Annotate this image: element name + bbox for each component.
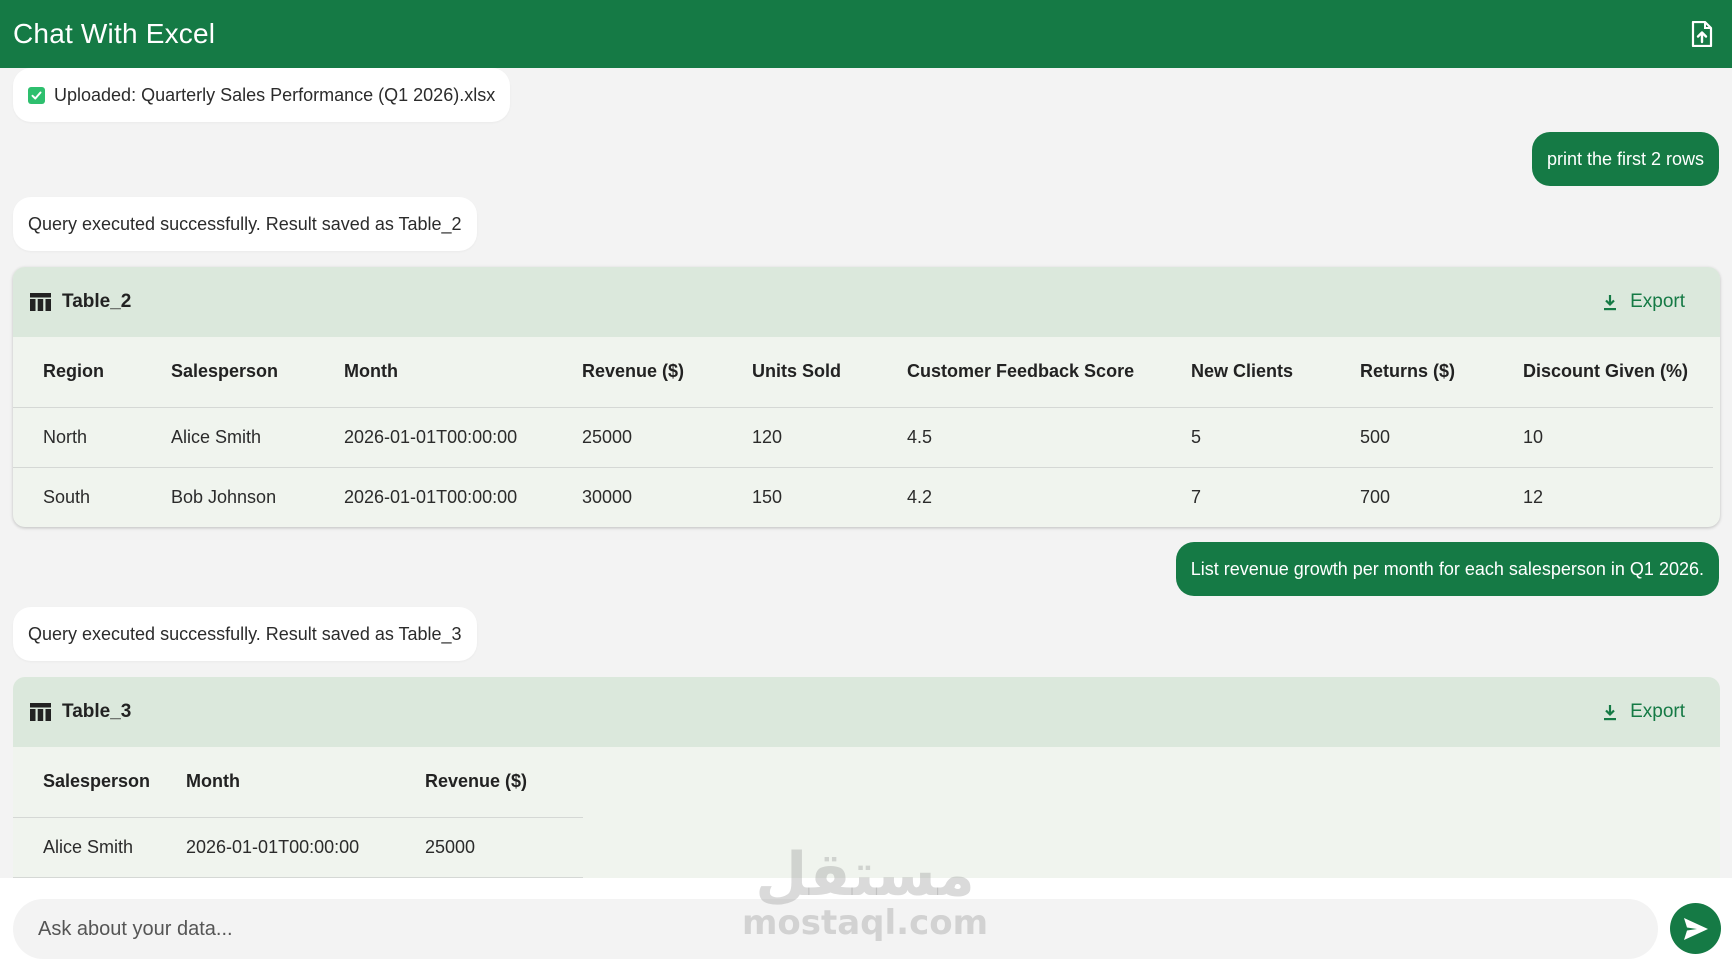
table-cell: 700: [1360, 486, 1391, 507]
user-message-text: List revenue growth per month for each s…: [1190, 558, 1704, 579]
export-label: Export: [1630, 701, 1685, 722]
chat-input-wrapper: [13, 899, 1658, 959]
send-icon: [1683, 917, 1708, 940]
file-upload-button[interactable]: [1687, 17, 1717, 51]
table-cell: South: [43, 486, 91, 507]
data-table: Region Salesperson Month Revenue ($) Uni…: [13, 337, 1713, 527]
column-header[interactable]: Returns ($): [1360, 337, 1523, 408]
table-cell: 30000: [582, 486, 633, 507]
table-cell: 2026-01-01T00:00:00: [344, 407, 582, 468]
data-table: Salesperson Month Revenue ($) Alice Smit…: [13, 747, 583, 878]
table-cell: 2026-01-01T00:00:00: [186, 817, 425, 878]
chat-input[interactable]: [13, 899, 1658, 959]
table-cell: North: [13, 407, 171, 468]
table-cell: 4.2: [907, 486, 933, 507]
table-title-text: Table_3: [62, 701, 132, 722]
column-header[interactable]: Units Sold: [752, 337, 907, 408]
table-card-header: Table_2 Export: [13, 267, 1720, 337]
table-card-header: Table_3 Export: [13, 677, 1720, 747]
chat-input-bar: [0, 878, 1732, 971]
table-row: South Bob Johnson 2026-01-01T00:00:00 30…: [13, 467, 1713, 527]
user-message: List revenue growth per month for each s…: [1175, 542, 1719, 596]
table-cell: 500: [1360, 407, 1523, 468]
system-message-text: Query executed successfully. Result save…: [28, 213, 462, 234]
table-title-text: Table_2: [62, 291, 132, 312]
system-message: Query executed successfully. Result save…: [13, 197, 477, 251]
export-button[interactable]: Export: [1603, 291, 1685, 313]
app-title: Chat With Excel: [13, 18, 216, 49]
column-header[interactable]: New Clients: [1191, 337, 1360, 408]
column-header[interactable]: Discount Given (%): [1523, 337, 1713, 408]
download-icon: [1603, 294, 1617, 311]
upload-status-message: Uploaded: Quarterly Sales Performance (Q…: [13, 68, 511, 122]
table-cell: Alice Smith: [171, 407, 344, 468]
table-cell: 7: [1191, 486, 1202, 507]
table-cell: Bob Johnson: [171, 486, 277, 507]
export-button[interactable]: Export: [1603, 701, 1685, 723]
user-message: print the first 2 rows: [1531, 132, 1719, 186]
result-table-card: Table_2 Export Region Salesperson Month …: [13, 267, 1720, 527]
table-icon: [30, 293, 51, 311]
column-header[interactable]: Salesperson: [171, 337, 344, 408]
table-icon: [30, 703, 51, 721]
chat-area[interactable]: Uploaded: Quarterly Sales Performance (Q…: [0, 68, 1732, 878]
column-header[interactable]: Salesperson: [13, 747, 186, 818]
download-icon: [1603, 704, 1617, 721]
table-cell: 25000: [425, 817, 583, 878]
table-cell: 25000: [582, 407, 752, 468]
table-header-row: Region Salesperson Month Revenue ($) Uni…: [13, 337, 1713, 408]
table-cell: 150: [752, 486, 783, 507]
table-cell: 120: [752, 407, 907, 468]
column-header[interactable]: Month: [186, 747, 425, 818]
result-table-card: Table_3 Export Salesperson Month Revenue…: [13, 677, 1720, 878]
upload-status-text: Uploaded: Quarterly Sales Performance (Q…: [54, 84, 496, 105]
table-cell: Alice Smith: [13, 817, 186, 878]
table-row: North Alice Smith 2026-01-01T00:00:00 25…: [13, 407, 1713, 468]
table-header-row: Salesperson Month Revenue ($): [13, 747, 583, 818]
system-message-text: Query executed successfully. Result save…: [28, 623, 462, 644]
column-header[interactable]: Revenue ($): [582, 337, 752, 408]
table-cell: 10: [1523, 407, 1713, 468]
table-title: Table_2: [30, 291, 131, 313]
table-cell: 5: [1191, 407, 1360, 468]
send-button[interactable]: [1670, 903, 1721, 954]
column-header[interactable]: Customer Feedback Score: [907, 337, 1191, 408]
user-message-text: print the first 2 rows: [1546, 148, 1704, 169]
checkbox-checked-icon: [28, 86, 45, 104]
system-message: Query executed successfully. Result save…: [13, 607, 477, 661]
table-row: Alice Smith 2026-01-01T00:00:00 25000: [13, 817, 583, 878]
table-cell: 4.5: [907, 407, 1191, 468]
column-header[interactable]: Month: [344, 337, 582, 408]
export-label: Export: [1630, 291, 1685, 312]
file-upload-icon: [1691, 21, 1713, 47]
table-cell: 12: [1523, 486, 1544, 507]
app-header: Chat With Excel: [0, 0, 1732, 68]
app-window: Chat With Excel Uploaded: Quarterly Sale…: [0, 0, 1732, 971]
column-header[interactable]: Revenue ($): [425, 747, 583, 818]
table-title: Table_3: [30, 701, 131, 723]
table-cell: 2026-01-01T00:00:00: [344, 486, 518, 507]
column-header[interactable]: Region: [13, 337, 171, 408]
